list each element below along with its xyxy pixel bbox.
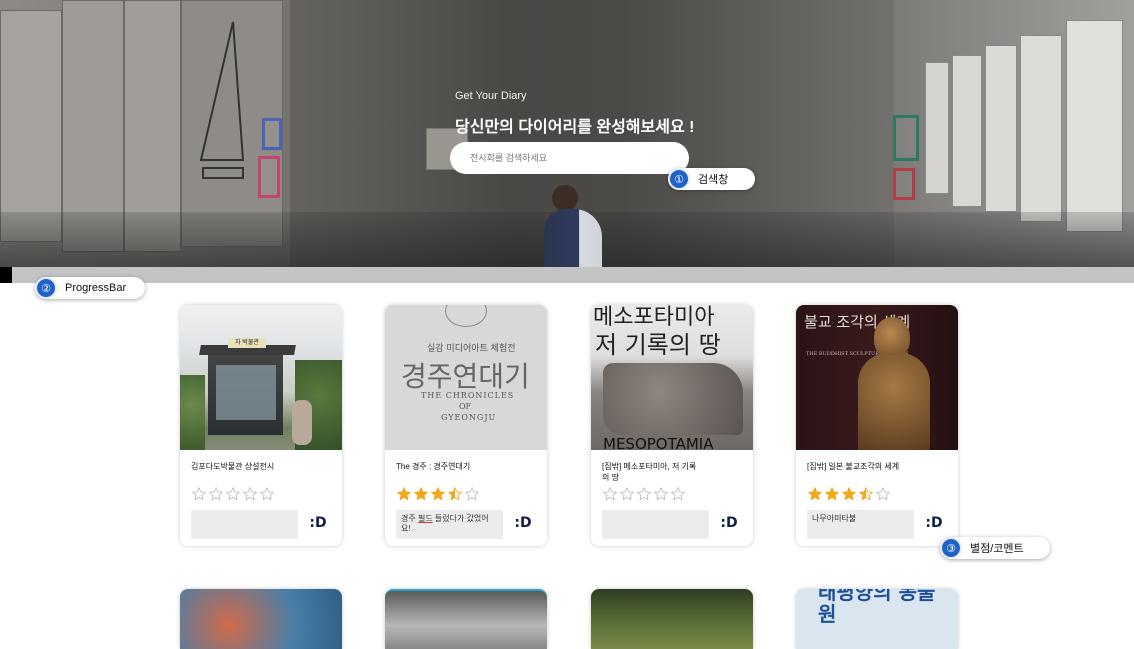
card-title: The 경주 : 경주연대기 [396,462,471,471]
card-thumbnail: 실감 미디어아트 체험전 경주연대기 THE CHRONICLES OF GYE… [385,305,547,450]
star-rating[interactable] [396,486,480,502]
poster-en-title: GYEONGJU [441,413,497,422]
star-filled-icon[interactable] [413,486,429,502]
smile-logo-button[interactable]: :D [304,511,332,535]
star-empty-icon[interactable] [619,486,635,502]
callout-number: ① [668,168,690,190]
star-filled-icon[interactable] [430,486,446,502]
child-figure [540,185,610,267]
star-rating[interactable] [807,486,891,502]
hero-title: 당신만의 다이어리를 완성해보세요 ! [455,119,695,136]
callout-number: ③ [940,537,962,559]
star-empty-icon[interactable] [875,486,891,502]
museum-sign: 차 박물관 [228,338,266,348]
card-thumbnail: 메소포타미아 저 기록의 땅 MESOPOTAMIA [591,305,753,450]
star-filled-icon[interactable] [824,486,840,502]
star-empty-icon[interactable] [191,486,207,502]
comment-text-misspelled: 필드 [417,514,433,523]
exhibition-card[interactable]: 불교 조각의 세계 THE BUDDHIST SCULPTURE IN JAPA… [796,305,958,546]
poster-en-title: THE CHRONICLES [421,391,515,400]
wall-panel [1020,35,1062,222]
star-empty-icon[interactable] [259,486,275,502]
star-empty-icon[interactable] [653,486,669,502]
wall-panel [925,62,949,194]
poster-title: 저 기록의 땅 [595,331,721,359]
star-empty-icon[interactable] [602,486,618,502]
star-rating[interactable] [602,486,686,502]
star-empty-icon[interactable] [225,486,241,502]
poster-en-title: OF [459,402,472,411]
progress-bar [0,267,1134,283]
wall-panel [952,55,982,207]
frame-artwork [258,156,280,198]
frame-artwork [893,168,915,200]
exhibition-card-partial[interactable] [385,589,547,649]
callout-number: ② [35,277,57,299]
exhibition-card-partial[interactable] [180,589,342,649]
card-title: [집밖] 일본 불교조각의 세계 [807,462,900,471]
callout-rating-comment: ③ 별점/코멘트 [940,537,1050,559]
star-empty-icon[interactable] [464,486,480,502]
frame-artwork [893,115,919,161]
star-filled-icon[interactable] [807,486,823,502]
smile-logo-button[interactable]: :D [509,511,537,535]
wall-panel [0,10,62,242]
hero-banner: Get Your Diary 당신만의 다이어리를 완성해보세요 ! [0,0,1134,267]
star-empty-icon[interactable] [670,486,686,502]
callout-label: ProgressBar [65,282,127,294]
comment-box[interactable] [602,510,709,539]
card-title: [집밖] 메소포타미아, 저 기록의 땅 [602,462,697,482]
comment-box[interactable]: 나무아미타불 [807,510,914,539]
star-rating[interactable] [191,486,275,502]
sail-artwork [199,21,245,179]
exhibition-card[interactable]: 메소포타미아 저 기록의 땅 MESOPOTAMIA [집밖] 메소포타미아, … [591,305,753,546]
callout-label: 검색창 [698,174,729,186]
hero-subtitle: Get Your Diary [455,90,527,102]
star-empty-icon[interactable] [208,486,224,502]
star-empty-icon[interactable] [636,486,652,502]
search-input[interactable] [450,142,689,174]
progress-bar-fill [0,267,13,283]
wall-panel [1066,20,1123,232]
star-filled-icon[interactable] [841,486,857,502]
comment-box[interactable]: 경주 필드 들렀다가 갔었어요! [396,510,503,539]
comment-text: 경주 [401,514,418,523]
frame-artwork [262,118,282,150]
star-half-icon[interactable] [447,486,463,502]
card-thumbnail: 불교 조각의 세계 THE BUDDHIST SCULPTURE IN JAPA… [796,305,958,450]
card-title: 김포다도박물관 상설전시 [191,462,275,471]
smile-logo-button[interactable]: :D [715,511,743,535]
poster-title: 경주연대기 [401,360,530,393]
comment-box[interactable] [191,510,298,539]
callout-progressbar: ② ProgressBar [35,277,145,299]
star-filled-icon[interactable] [396,486,412,502]
poster-subtitle: 실감 미디어아트 체험전 [427,344,516,354]
exhibition-card-partial[interactable] [591,589,753,649]
exhibition-card[interactable]: 실감 미디어아트 체험전 경주연대기 THE CHRONICLES OF GYE… [385,305,547,546]
callout-search: ① 검색창 [668,168,755,190]
poster-en-title: MESOPOTAMIA [603,435,714,450]
star-empty-icon[interactable] [242,486,258,502]
smile-logo-button[interactable]: :D [920,511,948,535]
card-thumbnail: 차 박물관 [180,305,342,450]
poster-title: 태평양의 동물원 [818,589,936,626]
wall-panel [985,45,1017,212]
callout-label: 별점/코멘트 [970,543,1024,555]
star-half-icon[interactable] [858,486,874,502]
exhibition-card[interactable]: 차 박물관 김포다도박물관 상설전시 :D [180,305,342,546]
exhibition-card-partial[interactable]: 태평양의 동물원 [796,589,958,649]
